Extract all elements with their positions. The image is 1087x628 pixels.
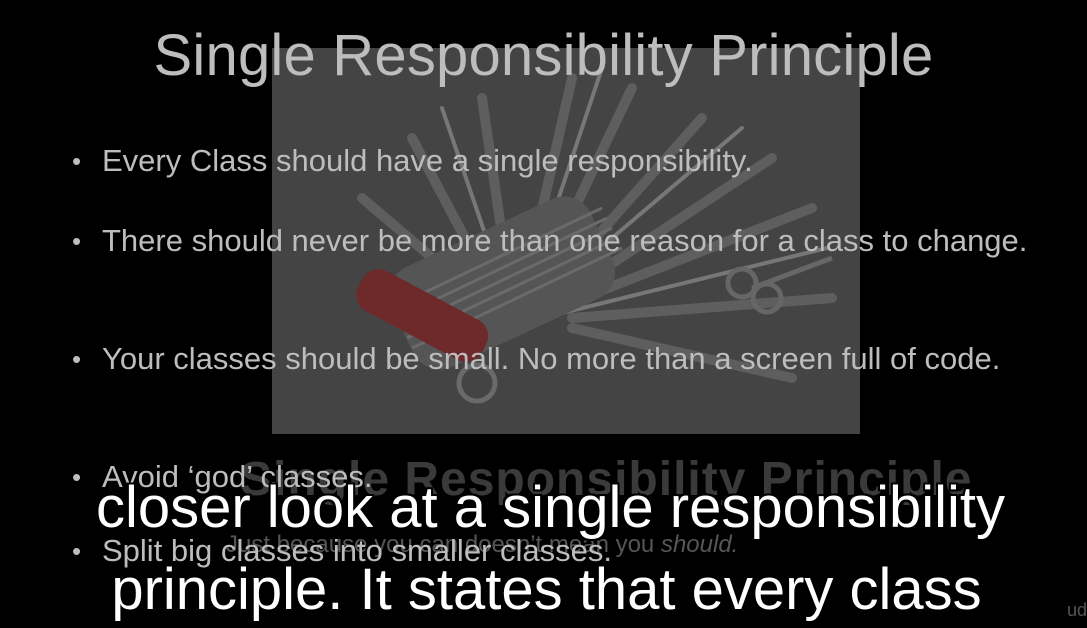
bullet-text: Every Class should have a single respons…	[102, 143, 753, 178]
bullet-item: • Your classes should be small. No more …	[72, 338, 1062, 380]
slide-title: Single Responsibility Principle	[153, 23, 934, 88]
bullet-dot-icon: •	[72, 146, 82, 176]
subtitle-caption-line-2: principle. It states that every class	[111, 557, 982, 622]
bullet-item: • There should never be more than one re…	[72, 220, 1062, 262]
watermark-logo: ud	[1066, 600, 1087, 620]
bullet-text: There should never be more than one reas…	[102, 223, 1028, 258]
subtitle-caption-line-1: closer look at a single responsibility	[95, 475, 1006, 540]
bullet-dot-icon: •	[72, 226, 82, 256]
bullet-text: Your classes should be small. No more th…	[102, 341, 1001, 376]
bullet-item: • Every Class should have a single respo…	[72, 140, 1062, 182]
video-frame: Single Responsibility Principle Single R…	[0, 0, 1087, 628]
bullet-dot-icon: •	[72, 344, 82, 374]
